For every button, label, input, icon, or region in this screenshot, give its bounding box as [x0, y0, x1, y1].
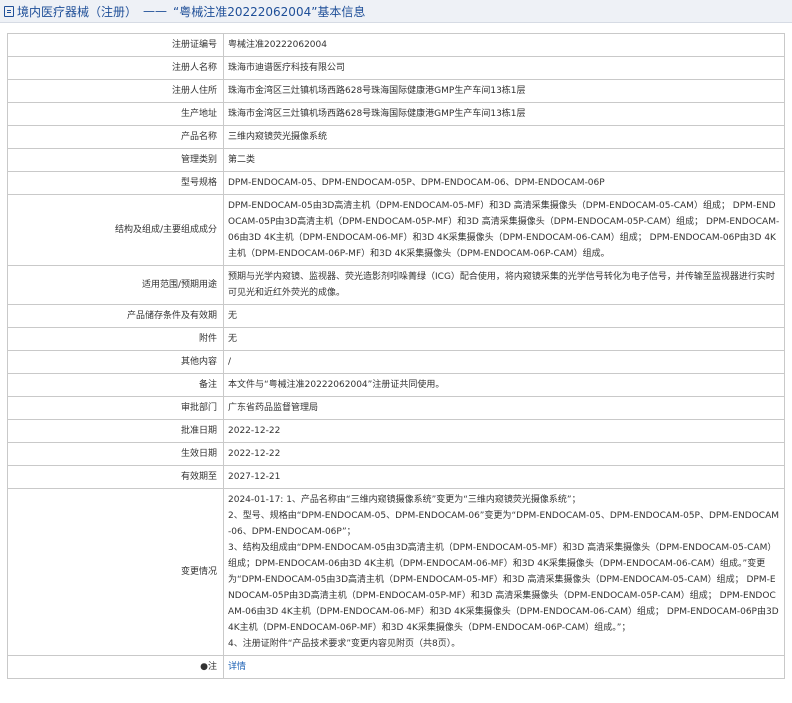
breadcrumb-separator: —— [143, 4, 168, 18]
table-row-note: ●注 详情 [7, 655, 785, 679]
field-value: 珠海市金湾区三灶镇机场西路628号珠海国际健康港GMP生产车间13栋1层 [223, 79, 785, 103]
table-row: 注册人名称 珠海市迪谱医疗科技有限公司 [7, 56, 785, 80]
field-label: 备注 [7, 373, 224, 397]
field-value: 珠海市迪谱医疗科技有限公司 [223, 56, 785, 80]
note-label-cell: ●注 [7, 655, 224, 679]
table-row: 有效期至 2027-12-21 [7, 465, 785, 489]
field-value: 三维内窥镜荧光摄像系统 [223, 125, 785, 149]
field-label: 生产地址 [7, 102, 224, 126]
table-row: 适用范围/预期用途 预期与光学内窥镜、监视器、荧光造影剂吲哚菁绿（ICG）配合使… [7, 265, 785, 305]
field-label: 产品名称 [7, 125, 224, 149]
table-row: 备注 本文件与“粤械注准20222062004”注册证共同使用。 [7, 373, 785, 397]
field-value: 2027-12-21 [223, 465, 785, 489]
page-header: 境内医疗器械（注册） —— “粤械注准20222062004”基本信息 [0, 0, 792, 23]
document-icon [4, 5, 14, 17]
field-label: 审批部门 [7, 396, 224, 420]
table-row: 附件 无 [7, 327, 785, 351]
field-value: 珠海市金湾区三灶镇机场西路628号珠海国际健康港GMP生产车间13栋1层 [223, 102, 785, 126]
field-label: 批准日期 [7, 419, 224, 443]
field-label: 注 [207, 662, 217, 672]
table-row: 其他内容 / [7, 350, 785, 374]
table-row: 审批部门 广东省药品监督管理局 [7, 396, 785, 420]
table-row: 产品名称 三维内窥镜荧光摄像系统 [7, 125, 785, 149]
table-row: 结构及组成/主要组成成分 DPM-ENDOCAM-05由3D高清主机（DPM-E… [7, 194, 785, 266]
table-row: 注册证编号 粤械注准20222062004 [7, 33, 785, 57]
change-line: 2、型号、规格由“DPM-ENDOCAM-05、DPM-ENDOCAM-06”变… [228, 511, 779, 537]
change-line: 4、注册证附件“产品技术要求”变更内容见附页（共8页）。 [228, 639, 461, 649]
field-value: 2022-12-22 [223, 419, 785, 443]
table-row: 生产地址 珠海市金湾区三灶镇机场西路628号珠海国际健康港GMP生产车间13栋1… [7, 102, 785, 126]
field-label: 有效期至 [7, 465, 224, 489]
change-line: 2024-01-17: 1、产品名称由“三维内窥镜摄像系统”变更为“三维内窥镜荧… [228, 495, 581, 505]
field-value: 粤械注准20222062004 [223, 33, 785, 57]
table-row: 产品储存条件及有效期 无 [7, 304, 785, 328]
field-label: 附件 [7, 327, 224, 351]
field-value: 详情 [223, 655, 785, 679]
field-label: 管理类别 [7, 148, 224, 172]
field-value: 本文件与“粤械注准20222062004”注册证共同使用。 [223, 373, 785, 397]
changes-value: 2024-01-17: 1、产品名称由“三维内窥镜摄像系统”变更为“三维内窥镜荧… [223, 488, 785, 656]
table-row: 管理类别 第二类 [7, 148, 785, 172]
bullet-icon: ● [200, 662, 208, 672]
field-value: 预期与光学内窥镜、监视器、荧光造影剂吲哚菁绿（ICG）配合使用，将内窥镜采集的光… [223, 265, 785, 305]
details-link[interactable]: 详情 [228, 662, 246, 672]
table-row: 生效日期 2022-12-22 [7, 442, 785, 466]
registration-info-table: 注册证编号 粤械注准20222062004 注册人名称 珠海市迪谱医疗科技有限公… [7, 33, 785, 679]
field-label: 产品储存条件及有效期 [7, 304, 224, 328]
table-row: 注册人住所 珠海市金湾区三灶镇机场西路628号珠海国际健康港GMP生产车间13栋… [7, 79, 785, 103]
page-title: “粤械注准20222062004”基本信息 [173, 4, 366, 19]
table-row: 型号规格 DPM-ENDOCAM-05、DPM-ENDOCAM-05P、DPM-… [7, 171, 785, 195]
breadcrumb-category[interactable]: 境内医疗器械（注册） [17, 3, 137, 20]
field-value: / [223, 350, 785, 374]
field-value: 第二类 [223, 148, 785, 172]
table-row-changes: 变更情况 2024-01-17: 1、产品名称由“三维内窥镜摄像系统”变更为“三… [7, 488, 785, 656]
table-row: 批准日期 2022-12-22 [7, 419, 785, 443]
field-label: 结构及组成/主要组成成分 [7, 194, 224, 266]
field-value: 无 [223, 304, 785, 328]
field-label: 其他内容 [7, 350, 224, 374]
field-label: 型号规格 [7, 171, 224, 195]
field-value: 2022-12-22 [223, 442, 785, 466]
change-line: 3、结构及组成由“DPM-ENDOCAM-05由3D高清主机（DPM-ENDOC… [228, 543, 779, 633]
field-label: 变更情况 [7, 488, 224, 656]
field-label: 注册人名称 [7, 56, 224, 80]
field-value: DPM-ENDOCAM-05由3D高清主机（DPM-ENDOCAM-05-MF）… [223, 194, 785, 266]
field-label: 注册人住所 [7, 79, 224, 103]
field-label: 生效日期 [7, 442, 224, 466]
field-value: 无 [223, 327, 785, 351]
field-label: 注册证编号 [7, 33, 224, 57]
field-label: 适用范围/预期用途 [7, 265, 224, 305]
field-value: 广东省药品监督管理局 [223, 396, 785, 420]
field-value: DPM-ENDOCAM-05、DPM-ENDOCAM-05P、DPM-ENDOC… [223, 171, 785, 195]
